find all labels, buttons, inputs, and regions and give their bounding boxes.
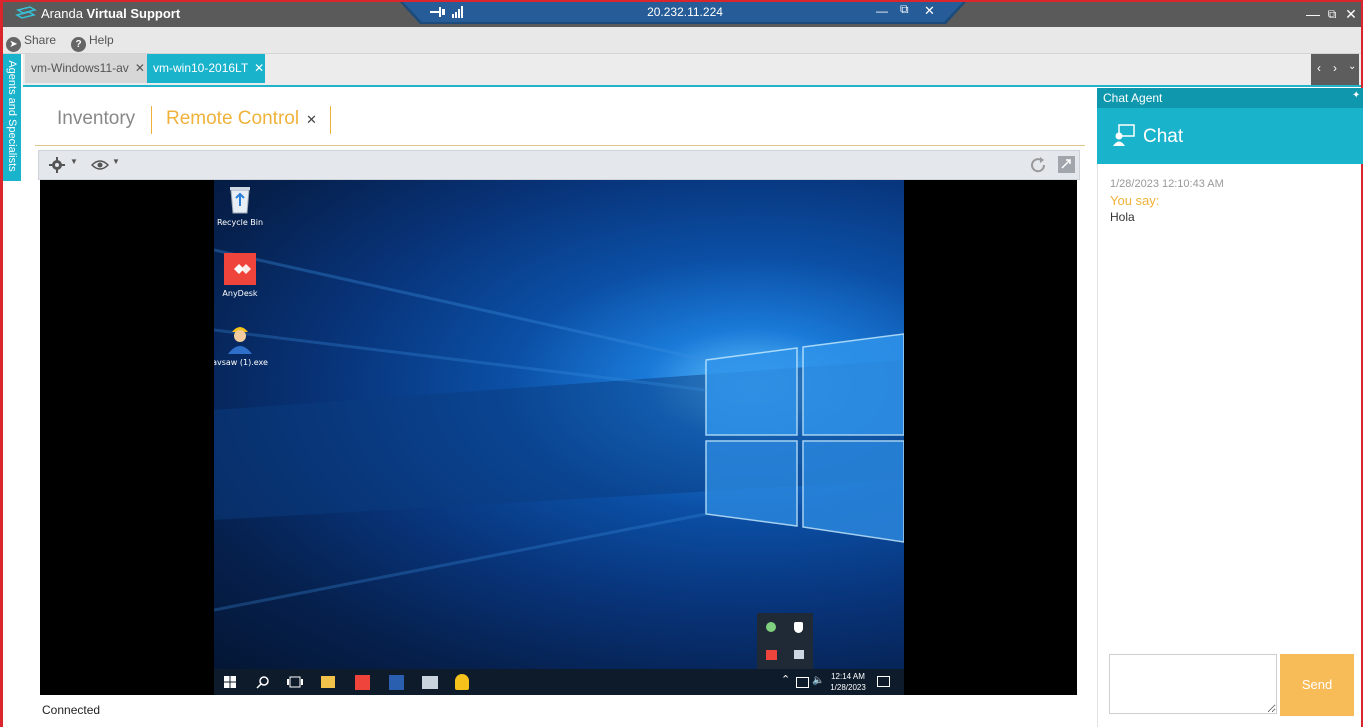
network-icon[interactable] [796, 677, 809, 688]
chat-icon [1113, 124, 1135, 146]
chat-banner: Chat [1097, 108, 1363, 164]
aranda-logo-icon [15, 6, 37, 19]
gear-icon[interactable] [49, 157, 65, 173]
avsaw-user-icon [228, 327, 252, 354]
desktop-icon-recycle-bin[interactable]: Recycle Bin [214, 184, 270, 227]
module-tab-divider [151, 106, 152, 134]
remote-minimize-button[interactable]: — [876, 4, 888, 18]
close-remote-control-icon[interactable]: ✕ [306, 112, 317, 128]
tab-inventory[interactable]: Inventory [57, 108, 135, 130]
tab-navigation: ‹ › ⌄ [1311, 54, 1359, 85]
help-icon: ? [71, 37, 86, 52]
taskbar-clock[interactable]: 12:14 AM 1/28/2023 [828, 671, 868, 693]
tab-vm-windows11[interactable]: vm-Windows11-av ✕ [25, 54, 148, 83]
volume-muted-icon[interactable]: 🔈 [812, 675, 824, 686]
chat-panel-title: Chat Agent [1103, 91, 1163, 105]
desktop-icon-label: Recycle Bin [216, 218, 264, 227]
taskbar-avsaw-icon[interactable] [455, 674, 469, 690]
windows-logo-light [214, 248, 904, 612]
share-button[interactable]: ➤ Share [6, 33, 56, 52]
restore-button[interactable]: ⧉ [1323, 4, 1341, 24]
file-explorer-icon[interactable] [321, 676, 335, 688]
view-chevron-down-icon[interactable]: ▼ [112, 157, 120, 166]
tray-anydesk-icon[interactable] [766, 650, 777, 660]
remote-close-button[interactable]: ✕ [924, 3, 935, 19]
session-tabs: vm-Windows11-av ✕ vm-win10-2016LT ✕ ‹ › ⌄ [23, 54, 1361, 87]
connection-status: Connected [42, 703, 101, 717]
module-tabs: Inventory Remote Control ✕ [35, 100, 1085, 146]
close-tab-icon[interactable]: ✕ [135, 61, 145, 75]
remote-taskbar: ⌃ 🔈 12:14 AM 1/28/2023 [214, 669, 904, 695]
clock-date: 1/28/2023 [830, 683, 866, 692]
help-label: Help [89, 33, 114, 47]
desktop-icon-anydesk[interactable]: AnyDesk [214, 253, 270, 298]
remote-restore-button[interactable]: ⧉ [900, 2, 909, 17]
tray-user-icon[interactable] [766, 622, 776, 632]
remote-control-toolbar: ▼ ▼ [38, 150, 1080, 180]
app-title-prefix: Aranda [41, 6, 83, 21]
chat-message-sender: You say: [1110, 193, 1160, 208]
desktop-icon-label: avsaw (1).exe [214, 358, 268, 367]
taskbar-anydesk-icon[interactable] [355, 675, 370, 690]
eye-icon[interactable] [91, 159, 109, 171]
tab-label: vm-win10-2016LT [153, 61, 249, 75]
tab-next-arrow-icon[interactable]: › [1333, 61, 1337, 75]
tab-label: vm-Windows11-av [31, 61, 129, 75]
chat-panel-header: Chat Agent ✦ [1097, 88, 1363, 108]
remote-address: 20.232.11.224 [647, 5, 723, 19]
chat-message-input[interactable] [1109, 654, 1277, 714]
share-label: Share [24, 33, 57, 47]
tab-prev-arrow-icon[interactable]: ‹ [1317, 61, 1321, 75]
powershell-icon[interactable] [389, 675, 404, 690]
minimize-button[interactable]: — [1304, 4, 1322, 24]
close-tab-icon[interactable]: ✕ [254, 61, 264, 75]
signal-strength-icon [452, 6, 463, 18]
side-tab-agents[interactable]: Agents and Specialists [3, 54, 21, 181]
secondary-toolbar: ➤ Share ? Help [3, 27, 1361, 54]
pin-panel-icon[interactable]: ✦ [1352, 90, 1360, 101]
chat-message-text: Hola [1110, 210, 1135, 224]
module-tab-divider [330, 106, 331, 134]
close-button[interactable]: ✕ [1342, 4, 1360, 24]
tab-vm-win10[interactable]: vm-win10-2016LT ✕ [147, 54, 265, 83]
tray-overflow-popup [757, 613, 813, 669]
remote-desktop[interactable]: Recycle Bin AnyDesk avsaw (1).exe [214, 180, 904, 669]
refresh-icon[interactable] [1029, 156, 1047, 174]
desktop-icon-label: AnyDesk [222, 289, 258, 298]
tab-list-chevron-down-icon[interactable]: ⌄ [1348, 61, 1356, 72]
share-icon: ➤ [6, 37, 21, 52]
anydesk-icon [224, 253, 256, 285]
tray-shield-icon[interactable] [794, 622, 803, 633]
clock-time: 12:14 AM [831, 672, 865, 681]
server-manager-icon[interactable] [422, 676, 438, 689]
settings-chevron-down-icon[interactable]: ▼ [70, 157, 78, 166]
action-center-icon[interactable] [877, 676, 890, 687]
tab-remote-control[interactable]: Remote Control [166, 108, 299, 130]
tray-monitor-icon[interactable] [794, 650, 804, 659]
chat-message-timestamp: 1/28/2023 12:10:43 AM [1110, 178, 1224, 190]
side-tab-label: Agents and Specialists [6, 60, 18, 172]
windows-start-icon[interactable] [224, 676, 236, 688]
app-title: Aranda Virtual Support [41, 6, 180, 21]
app-title-bold: Virtual Support [86, 6, 181, 21]
pin-icon[interactable] [430, 6, 446, 18]
help-button[interactable]: ? Help [71, 33, 114, 52]
fullscreen-icon[interactable] [1058, 156, 1075, 173]
show-hidden-icons-chevron-up-icon[interactable]: ⌃ [781, 673, 790, 686]
desktop-icon-avsaw[interactable]: avsaw (1).exe [214, 322, 270, 367]
chat-title: Chat [1143, 126, 1184, 147]
send-button[interactable]: Send [1280, 654, 1354, 716]
chat-panel-divider [1097, 164, 1098, 727]
recycle-bin-icon [230, 187, 250, 214]
taskbar-search-icon[interactable] [256, 675, 270, 689]
task-view-icon[interactable] [287, 676, 303, 688]
